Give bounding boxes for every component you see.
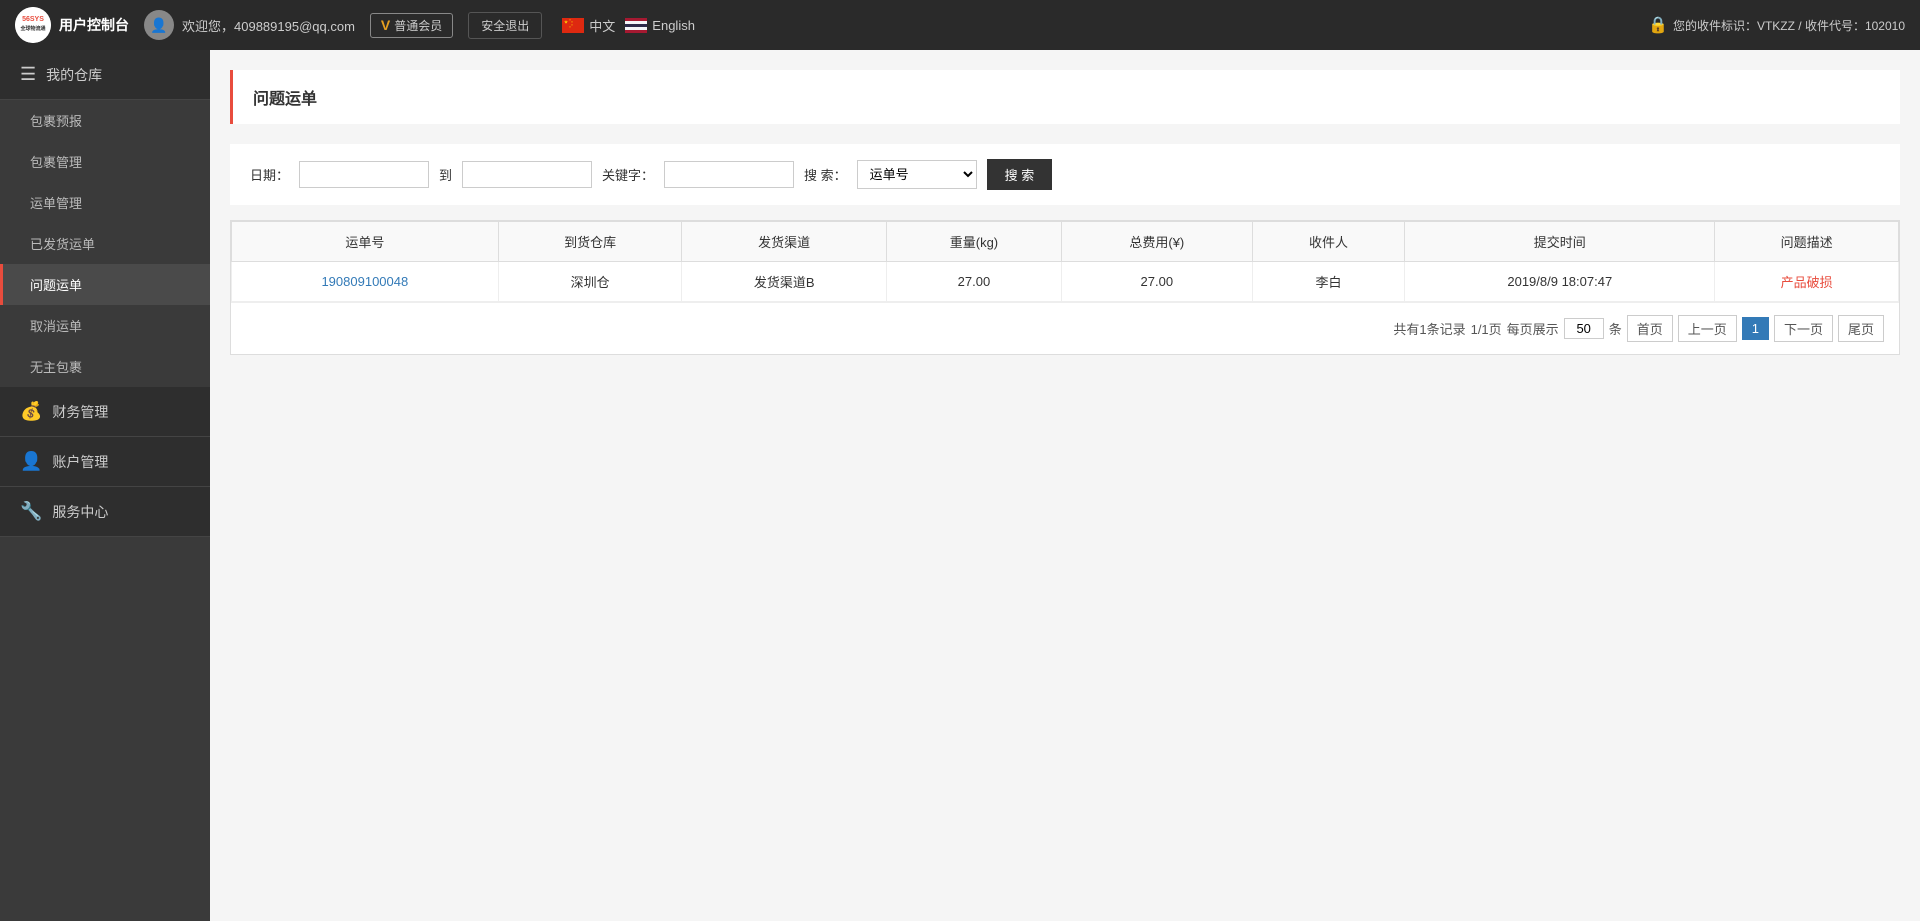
user-info: 👤 欢迎您，409889195@qq.com bbox=[144, 10, 355, 40]
sidebar-item-cancel-orders[interactable]: 取消运单 bbox=[0, 305, 210, 346]
welcome-text: 欢迎您，409889195@qq.com bbox=[182, 16, 355, 35]
vip-label: 普通会员 bbox=[394, 17, 442, 34]
sidebar-item-package-report[interactable]: 包裹预报 bbox=[0, 100, 210, 141]
cell-submit-time: 2019/8/9 18:07:47 bbox=[1405, 262, 1715, 302]
sidebar-item-problem-orders[interactable]: 问题运单 bbox=[0, 264, 210, 305]
date-end-input[interactable] bbox=[462, 161, 592, 188]
avatar: 👤 bbox=[144, 10, 174, 40]
lang-selector: 中文 English bbox=[562, 16, 695, 35]
cell-weight: 27.00 bbox=[886, 262, 1061, 302]
sidebar-account-label: 账户管理 bbox=[52, 452, 108, 472]
per-page-label: 每页展示 bbox=[1507, 319, 1559, 338]
account-icon: 👤 bbox=[20, 451, 42, 472]
last-page-button[interactable]: 尾页 bbox=[1838, 315, 1884, 342]
service-icon: 🔧 bbox=[20, 501, 42, 522]
per-page-input[interactable] bbox=[1564, 318, 1604, 339]
problem-link[interactable]: 产品破损 bbox=[1781, 275, 1833, 290]
sidebar: ☰ 我的仓库 包裹预报 包裹管理 运单管理 已发货运单 问题运单 取消运单 bbox=[0, 50, 210, 921]
cell-channel: 发货渠道B bbox=[682, 262, 886, 302]
lang-en-label: English bbox=[652, 18, 695, 33]
search-type-select[interactable]: 运单号 收件人 快递单号 bbox=[857, 160, 977, 189]
warehouse-icon: ☰ bbox=[20, 64, 36, 85]
layout: ☰ 我的仓库 包裹预报 包裹管理 运单管理 已发货运单 问题运单 取消运单 bbox=[0, 50, 1920, 921]
keyword-input[interactable] bbox=[664, 161, 794, 188]
logout-label: 安全退出 bbox=[481, 17, 529, 34]
lang-cn-label: 中文 bbox=[589, 16, 615, 35]
first-page-button[interactable]: 首页 bbox=[1627, 315, 1673, 342]
sidebar-item-finance[interactable]: 💰 财务管理 bbox=[0, 387, 210, 437]
col-receiver: 收件人 bbox=[1252, 222, 1405, 262]
svg-text:全球物流通: 全球物流通 bbox=[19, 25, 45, 32]
keyword-label: 关键字： bbox=[602, 165, 654, 184]
logo-icon: 56SYS 全球物流通 bbox=[15, 7, 51, 43]
orders-table: 运单号 到货仓库 发货渠道 重量(kg) 总费用(¥) 收件人 提交时间 问题描… bbox=[231, 221, 1899, 302]
table-header-row: 运单号 到货仓库 发货渠道 重量(kg) 总费用(¥) 收件人 提交时间 问题描… bbox=[232, 222, 1899, 262]
page-header: 问题运单 bbox=[230, 70, 1900, 124]
vip-badge[interactable]: V 普通会员 bbox=[370, 13, 453, 38]
sidebar-item-warehouse[interactable]: ☰ 我的仓库 bbox=[0, 50, 210, 100]
receiver-info: 🔒 您的收件标识：VTKZZ / 收件代号：102010 bbox=[1648, 15, 1905, 35]
sidebar-service-label: 服务中心 bbox=[52, 502, 108, 522]
finance-icon: 💰 bbox=[20, 401, 42, 422]
logout-button[interactable]: 安全退出 bbox=[468, 12, 542, 39]
order-no-link[interactable]: 190809100048 bbox=[321, 274, 408, 289]
svg-text:56SYS: 56SYS bbox=[22, 16, 44, 23]
sidebar-item-shipped-orders[interactable]: 已发货运单 bbox=[0, 223, 210, 264]
table-container: 运单号 到货仓库 发货渠道 重量(kg) 总费用(¥) 收件人 提交时间 问题描… bbox=[230, 220, 1900, 355]
cell-fee: 27.00 bbox=[1062, 262, 1253, 302]
system-title: 用户控制台 bbox=[59, 15, 129, 35]
flag-cn-icon bbox=[562, 18, 584, 33]
header: 56SYS 全球物流通 用户控制台 👤 欢迎您，409889195@qq.com… bbox=[0, 0, 1920, 50]
search-bar: 日期： 到 关键字： 搜 索： 运单号 收件人 快递单号 搜 索 bbox=[230, 144, 1900, 205]
sidebar-item-no-package[interactable]: 无主包裹 bbox=[0, 346, 210, 387]
sidebar-finance-label: 财务管理 bbox=[52, 402, 108, 422]
lang-en-button[interactable]: English bbox=[625, 18, 695, 33]
lang-cn-button[interactable]: 中文 bbox=[562, 16, 615, 35]
sidebar-warehouse-label: 我的仓库 bbox=[46, 65, 102, 85]
cell-order-no: 190809100048 bbox=[232, 262, 499, 302]
pagination: 共有1条记录 1/1页 每页展示 条 首页 上一页 1 下一页 尾页 bbox=[231, 302, 1899, 354]
cell-receiver: 李白 bbox=[1252, 262, 1405, 302]
col-fee: 总费用(¥) bbox=[1062, 222, 1253, 262]
prev-page-button[interactable]: 上一页 bbox=[1678, 315, 1737, 342]
sidebar-warehouse-section: 包裹预报 包裹管理 运单管理 已发货运单 问题运单 取消运单 无主包裹 bbox=[0, 100, 210, 387]
date-label: 日期： bbox=[250, 165, 289, 184]
next-page-button[interactable]: 下一页 bbox=[1774, 315, 1833, 342]
sidebar-item-account[interactable]: 👤 账户管理 bbox=[0, 437, 210, 487]
total-records: 共有1条记录 bbox=[1393, 319, 1465, 338]
table-row: 190809100048 深圳仓 发货渠道B 27.00 27.00 李白 20… bbox=[232, 262, 1899, 302]
main-content: 问题运单 日期： 到 关键字： 搜 索： 运单号 收件人 快递单号 搜 索 bbox=[210, 50, 1920, 921]
search-button[interactable]: 搜 索 bbox=[987, 159, 1053, 190]
current-page-button[interactable]: 1 bbox=[1742, 317, 1769, 340]
col-channel: 发货渠道 bbox=[682, 222, 886, 262]
sidebar-item-package-manage[interactable]: 包裹管理 bbox=[0, 141, 210, 182]
cell-problem: 产品破损 bbox=[1715, 262, 1899, 302]
col-order-no: 运单号 bbox=[232, 222, 499, 262]
col-submit-time: 提交时间 bbox=[1405, 222, 1715, 262]
page-title: 问题运单 bbox=[253, 85, 317, 109]
per-page-unit: 条 bbox=[1609, 319, 1622, 338]
sidebar-item-order-manage[interactable]: 运单管理 bbox=[0, 182, 210, 223]
col-problem: 问题描述 bbox=[1715, 222, 1899, 262]
flag-th-icon bbox=[625, 18, 647, 33]
page-info: 1/1页 bbox=[1471, 319, 1502, 338]
search-type-label: 搜 索： bbox=[804, 165, 847, 184]
date-start-input[interactable] bbox=[299, 161, 429, 188]
sidebar-item-service[interactable]: 🔧 服务中心 bbox=[0, 487, 210, 537]
col-warehouse: 到货仓库 bbox=[498, 222, 682, 262]
receiver-label: 您的收件标识：VTKZZ / 收件代号：102010 bbox=[1673, 17, 1905, 34]
col-weight: 重量(kg) bbox=[886, 222, 1061, 262]
cell-warehouse: 深圳仓 bbox=[498, 262, 682, 302]
date-to-label: 到 bbox=[439, 165, 452, 184]
logo: 56SYS 全球物流通 用户控制台 bbox=[15, 7, 129, 43]
